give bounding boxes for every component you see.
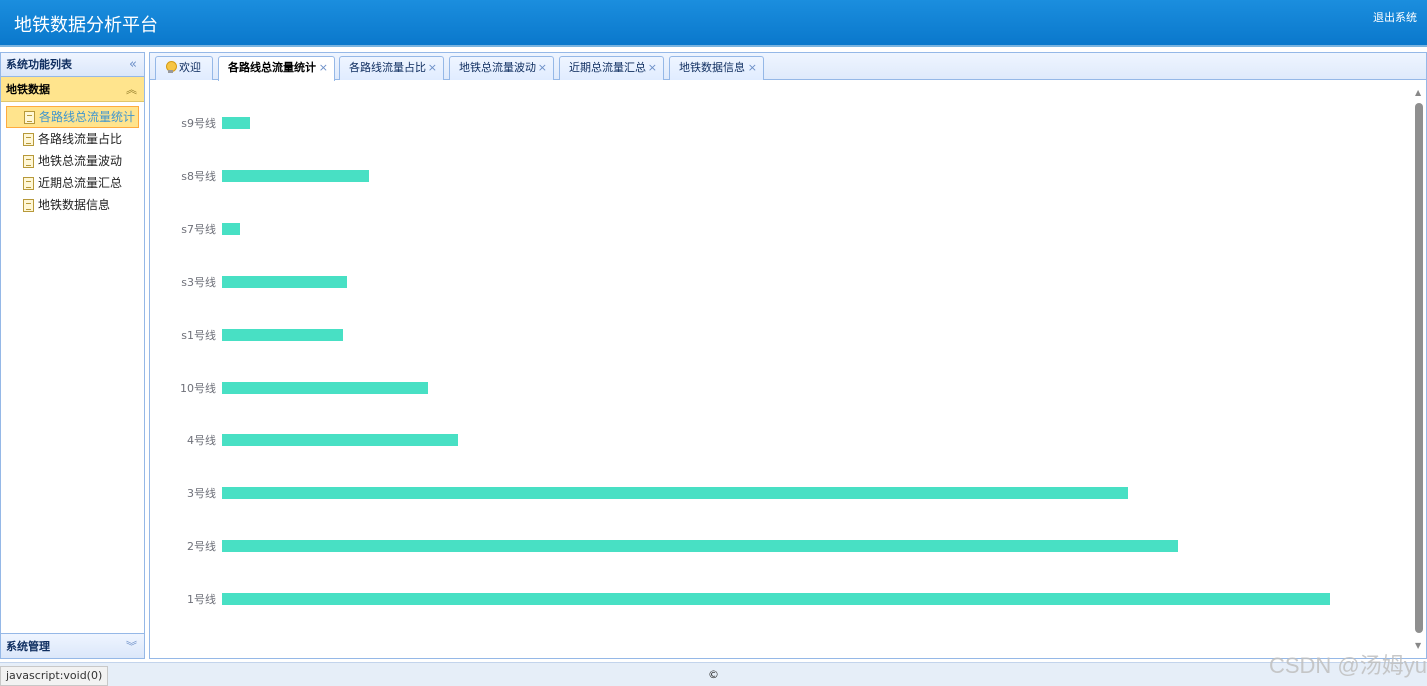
y-tick-label: 3号线 [187,487,216,501]
bar[interactable] [222,275,348,288]
tab-subway-data-info[interactable]: 地铁数据信息 × [669,56,764,80]
file-icon [23,199,34,212]
chevron-down-icon[interactable]: ︾ [126,634,137,659]
close-icon[interactable]: × [748,57,757,79]
tab-flow-fluctuation[interactable]: 地铁总流量波动 × [449,56,554,80]
y-tick-label: s8号线 [181,169,216,183]
chevron-up-icon[interactable]: ︽ [126,77,137,102]
bar-chart: s9号线 s8号线 s7号线 s3号线 s1号线 10号线 4号线 3号线 2号线 1号线 [150,81,1412,658]
y-tick-label: 1号线 [187,593,216,607]
tab-label: 地铁数据信息 [679,61,745,74]
tab-recent-flow-summary[interactable]: 近期总流量汇总 × [559,56,664,80]
bar[interactable] [222,381,429,394]
vertical-scrollbar[interactable]: ▲ ▼ [1412,81,1426,658]
tab-welcome[interactable]: 欢迎 [155,56,213,80]
browser-status-url: javascript:void(0) [0,666,109,686]
y-tick-label: s9号线 [181,117,216,130]
watermark: CSDN @汤姆yu [1268,653,1427,678]
file-icon [23,155,34,168]
bar[interactable] [222,169,370,182]
tree-item-label: 各路线总流量统计 [39,110,136,124]
file-icon [24,111,35,124]
accordion-header-subway-data[interactable]: 地铁数据 ︽ [1,77,144,102]
app-title: 地铁数据分析平台 [14,15,158,36]
sidebar: 系统功能列表 « 地铁数据 ︽ 各路线总流量统计 各路线流量占比 地铁总流量波动… [0,52,145,659]
accordion-header-system-management[interactable]: 系统管理 ︾ [1,633,144,658]
bar[interactable] [222,328,343,341]
collapse-left-icon[interactable]: « [129,53,137,77]
function-tree: 各路线总流量统计 各路线流量占比 地铁总流量波动 近期总流量汇总 地铁数据信息 [1,102,144,216]
logout-link[interactable]: 退出系统 [1373,9,1417,25]
scroll-thumb[interactable] [1415,103,1423,633]
tab-line-total-flow[interactable]: 各路线总流量统计 × [218,56,335,81]
bar[interactable] [222,117,250,129]
tab-label: 各路线流量占比 [349,61,426,74]
y-tick-label: 10号线 [180,381,216,395]
y-tick-label: 4号线 [187,434,216,448]
tree-item-recent-flow-summary[interactable]: 近期总流量汇总 [6,172,139,194]
file-icon [23,177,34,190]
tree-item-label: 近期总流量汇总 [38,176,123,190]
sidebar-title: 系统功能列表 [6,58,72,71]
tree-item-subway-data-info[interactable]: 地铁数据信息 [6,194,139,216]
bar[interactable] [222,434,458,447]
file-icon [23,133,34,146]
copyright-symbol: © [708,668,719,681]
bar[interactable] [222,540,1179,553]
close-icon[interactable]: × [319,57,328,79]
tab-label: 各路线总流量统计 [228,61,316,74]
tree-item-line-total-flow[interactable]: 各路线总流量统计 [6,106,139,128]
bar[interactable] [222,222,240,235]
tree-item-line-flow-share[interactable]: 各路线流量占比 [6,128,139,150]
y-tick-label: s3号线 [181,275,216,289]
y-tick-label: s7号线 [181,222,216,236]
bar[interactable] [222,593,1330,606]
tab-label: 近期总流量汇总 [569,61,646,74]
bar[interactable] [222,487,1129,500]
sidebar-header: 系统功能列表 « [1,53,144,77]
footer: © [0,662,1427,686]
accordion-title: 系统管理 [6,640,50,653]
app-header: 地铁数据分析平台 退出系统 [0,0,1427,47]
y-tick-label: s1号线 [181,328,216,342]
tab-label: 地铁总流量波动 [459,61,536,74]
scroll-up-icon[interactable]: ▲ [1415,88,1421,97]
accordion-title: 地铁数据 [6,83,50,96]
close-icon[interactable]: × [428,57,437,79]
main-panel: 欢迎 各路线总流量统计 × 各路线流量占比 × 地铁总流量波动 × 近期总流量汇总 × … [149,52,1427,659]
tree-item-label: 地铁总流量波动 [38,154,123,168]
tab-line-flow-share[interactable]: 各路线流量占比 × [339,56,444,80]
y-tick-label: 2号线 [187,540,216,554]
tree-item-label: 各路线流量占比 [38,132,123,146]
tree-item-label: 地铁数据信息 [38,198,111,212]
lightbulb-icon [165,61,177,73]
close-icon[interactable]: × [648,57,657,79]
tree-item-flow-fluctuation[interactable]: 地铁总流量波动 [6,150,139,172]
tab-strip: 欢迎 各路线总流量统计 × 各路线流量占比 × 地铁总流量波动 × 近期总流量汇总 × … [150,53,1426,81]
tab-label: 欢迎 [179,61,201,74]
close-icon[interactable]: × [538,57,547,79]
